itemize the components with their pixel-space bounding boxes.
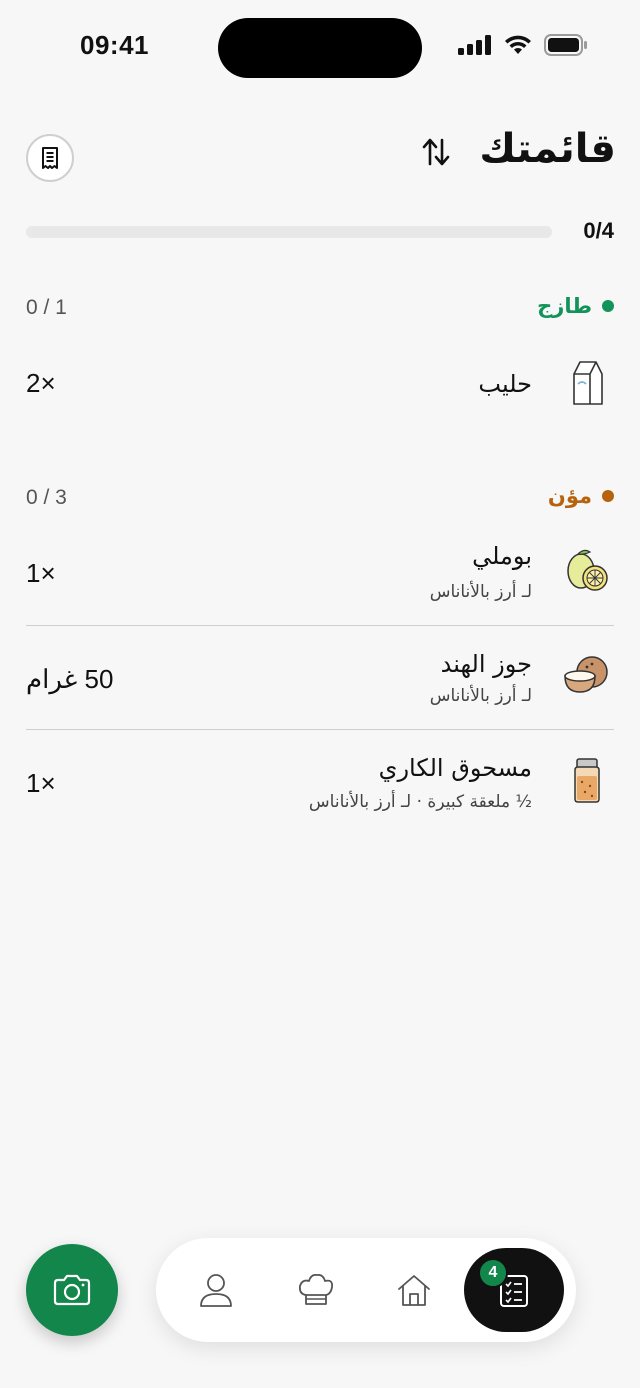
receipt-icon bbox=[42, 147, 58, 169]
section-count: 0 / 1 bbox=[26, 296, 67, 319]
profile-icon bbox=[200, 1274, 232, 1307]
nav-profile[interactable] bbox=[178, 1252, 254, 1328]
section-dot bbox=[602, 300, 614, 312]
battery-icon bbox=[544, 34, 587, 56]
nav-home[interactable] bbox=[376, 1252, 452, 1328]
item-quantity: 50 غرام bbox=[26, 664, 114, 694]
wifi-icon bbox=[505, 35, 531, 54]
progress-label: 0/4 bbox=[583, 218, 614, 243]
section-header-pantry: 0 / 3 مؤن bbox=[26, 484, 614, 516]
milk-carton-icon bbox=[573, 361, 603, 405]
sort-button[interactable] bbox=[416, 132, 456, 172]
list-item[interactable]: ×2 حليب bbox=[26, 340, 614, 444]
nav-recipes[interactable] bbox=[278, 1252, 354, 1328]
item-name: جوز الهند bbox=[440, 650, 532, 678]
item-quantity: ×1 bbox=[26, 768, 56, 798]
section-title-text: مؤن bbox=[547, 484, 592, 508]
dynamic-island bbox=[218, 18, 422, 78]
section-header-fresh: 0 / 1 طازج bbox=[26, 294, 614, 326]
page-title: قائمتك bbox=[479, 126, 616, 172]
header: قائمتك bbox=[26, 120, 616, 192]
section-title: طازج bbox=[537, 294, 614, 318]
count-badge: 4 bbox=[478, 1258, 508, 1288]
list-item[interactable]: ×1 مسحوق الكاري ½ ملعقة كبيرة · لـ أرز ب… bbox=[26, 738, 614, 842]
progress-row: 0/4 bbox=[26, 218, 614, 248]
section-dot bbox=[602, 490, 614, 502]
status-time: 09:41 bbox=[80, 30, 149, 60]
cellular-signal-icon bbox=[458, 35, 491, 55]
status-bar: 09:41 bbox=[0, 0, 640, 96]
camera-icon bbox=[53, 1274, 91, 1306]
divider bbox=[26, 729, 614, 730]
sort-arrows-icon bbox=[422, 138, 450, 166]
item-name: مسحوق الكاري bbox=[378, 754, 532, 782]
nav-shopping-list[interactable]: 4 bbox=[464, 1248, 564, 1332]
item-recipe: لـ أرز بالأناناس bbox=[429, 686, 532, 706]
item-name: حليب bbox=[478, 370, 532, 398]
pomelo-icon bbox=[567, 549, 608, 591]
coconut-icon bbox=[564, 656, 608, 693]
section-title-text: طازج bbox=[537, 294, 592, 318]
list-item[interactable]: ×1 بوملي لـ أرز بالأناناس bbox=[26, 530, 614, 634]
divider bbox=[26, 625, 614, 626]
camera-button[interactable] bbox=[26, 1244, 118, 1336]
chef-hat-icon bbox=[298, 1273, 334, 1305]
item-name: بوملي bbox=[472, 542, 532, 570]
status-icons bbox=[458, 34, 588, 56]
list-item[interactable]: 50 غرام جوز الهند لـ أرز بالأناناس bbox=[26, 634, 614, 738]
progress-bar bbox=[26, 226, 552, 238]
section-count: 0 / 3 bbox=[26, 486, 67, 509]
home-icon bbox=[398, 1275, 430, 1306]
spice-jar-icon bbox=[574, 758, 600, 803]
item-quantity: ×2 bbox=[26, 368, 56, 398]
item-recipe: ½ ملعقة كبيرة · لـ أرز بالأناناس bbox=[308, 792, 532, 812]
receipt-button[interactable] bbox=[26, 134, 74, 182]
item-recipe: لـ أرز بالأناناس bbox=[429, 582, 532, 602]
bottom-nav: 4 bbox=[156, 1238, 576, 1342]
section-title: مؤن bbox=[548, 484, 614, 508]
item-quantity: ×1 bbox=[26, 558, 56, 588]
